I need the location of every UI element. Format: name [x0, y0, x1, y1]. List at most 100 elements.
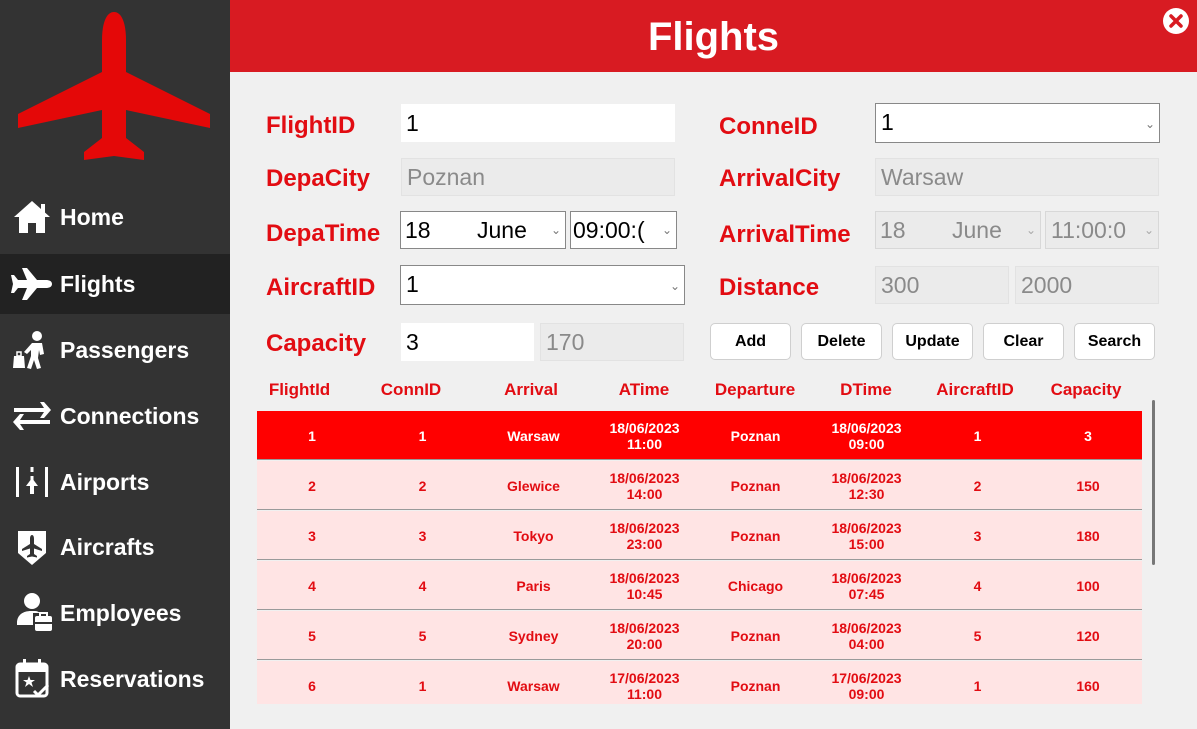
sidebar-item-employees[interactable]: Employees [0, 583, 230, 643]
sidebar-item-home[interactable]: Home [0, 187, 230, 247]
add-button[interactable]: Add [710, 323, 791, 360]
conn-id-label: ConneID [719, 113, 818, 140]
table-row[interactable]: 5 5 Sydney 18/06/2023 20:00 Poznan 18/06/2023 0… [257, 611, 1142, 660]
table-row[interactable]: 4 4 Paris 18/06/2023 10:45 Chicago 18/06/2023 0… [257, 561, 1142, 610]
cell-atime-time: 11:00 [626, 685, 663, 702]
passenger-luggage-icon [6, 328, 58, 372]
column-header-dtime[interactable]: DTime [814, 380, 918, 400]
cell-arrival: Warsaw [507, 677, 560, 694]
cell-aircraft-id: 1 [973, 427, 982, 444]
aircraft-id-value: 1 [406, 271, 419, 297]
aircraft-shield-icon [6, 525, 58, 569]
table-row[interactable]: 3 3 Tokyo 18/06/2023 23:00 Poznan 18/06/2023 15… [257, 511, 1142, 560]
column-header-flight-id[interactable]: FlightId [257, 380, 342, 400]
arrival-city-field: Warsaw [875, 158, 1159, 196]
sidebar: Home Flights Passengers Connections Airp… [0, 0, 230, 729]
sidebar-item-label: Aircrafts [60, 533, 155, 560]
table-row[interactable]: 6 1 Warsaw 17/06/2023 11:00 Poznan 17/06/2023 0… [257, 661, 1142, 704]
cell-departure: Chicago [727, 577, 784, 594]
cell-dtime: 17/06/2023 09:00 [811, 661, 922, 704]
sidebar-item-label: Home [60, 203, 124, 230]
cell-conn-id: 4 [418, 577, 427, 594]
column-header-aircraft-id[interactable]: AircraftID [925, 380, 1025, 400]
sidebar-item-flights[interactable]: Flights [0, 254, 230, 314]
cell-dtime-date: 18/06/2023 [831, 419, 902, 436]
sidebar-item-aircrafts[interactable]: Aircrafts [0, 517, 230, 577]
flight-id-input[interactable]: 1 [401, 104, 675, 142]
cell-aircraft-id: 5 [973, 627, 982, 644]
cell-dtime-date: 17/06/2023 [831, 669, 902, 686]
sidebar-item-label: Reservations [60, 665, 205, 692]
depa-date-picker[interactable]: 18 June ⌄ [400, 211, 566, 249]
cell-dtime: 18/06/2023 12:30 [811, 461, 922, 510]
sidebar-item-label: Connections [60, 402, 200, 429]
cell-dtime-time: 09:00 [848, 685, 885, 702]
depa-time-value: 09:00:( [573, 217, 645, 243]
cell-atime: 18/06/2023 10:45 [589, 561, 700, 610]
chevron-down-icon: ⌄ [661, 212, 672, 248]
cell-conn-id: 5 [418, 627, 427, 644]
column-header-arrival[interactable]: Arrival [479, 380, 583, 400]
distance-field-2: 2000 [1015, 266, 1159, 304]
table-row[interactable]: 1 1 Warsaw 18/06/2023 11:00 Poznan 18/06/2023 0… [257, 411, 1142, 460]
sidebar-item-label: Passengers [60, 336, 190, 363]
cell-atime-date: 18/06/2023 [609, 569, 680, 586]
arrival-day: 18 [880, 217, 906, 243]
table-scrollbar[interactable] [1152, 400, 1155, 565]
cell-atime: 18/06/2023 23:00 [589, 511, 700, 560]
chevron-down-icon: ⌄ [1143, 212, 1154, 248]
cell-dtime-date: 18/06/2023 [831, 469, 902, 486]
sidebar-item-connections[interactable]: Connections [0, 386, 230, 446]
aircraft-id-select[interactable]: 1 ⌄ [400, 265, 685, 305]
cell-dtime-stack: 18/06/2023 09:00 [831, 420, 901, 452]
sidebar-item-reservations[interactable]: Reservations [0, 649, 230, 709]
conn-id-select[interactable]: 1 ⌄ [875, 103, 1160, 143]
cell-flight-id: 1 [308, 427, 316, 444]
airport-icon [6, 460, 58, 504]
sidebar-item-airports[interactable]: Airports [0, 452, 230, 512]
cell-atime: 18/06/2023 11:00 [589, 411, 700, 460]
chevron-down-icon: ⌄ [550, 223, 561, 237]
cell-departure: Poznan [730, 677, 781, 694]
search-button[interactable]: Search [1074, 323, 1155, 360]
cell-dtime: 18/06/2023 15:00 [811, 511, 922, 560]
column-header-conn-id[interactable]: ConnID [367, 380, 455, 400]
depa-time-label: DepaTime [266, 220, 381, 247]
depa-month: June [477, 217, 527, 243]
column-header-capacity[interactable]: Capacity [1040, 380, 1132, 400]
distance-field-1: 300 [875, 266, 1009, 304]
cell-conn-id: 2 [418, 477, 427, 494]
clear-button[interactable]: Clear [983, 323, 1064, 360]
cell-dtime: 18/06/2023 04:00 [811, 611, 922, 660]
column-header-departure[interactable]: Departure [703, 380, 807, 400]
cell-atime-date: 18/06/2023 [609, 419, 680, 436]
capacity-input[interactable]: 3 [401, 323, 534, 361]
cell-dtime-time: 07:45 [848, 585, 885, 602]
cell-departure: Poznan [730, 527, 781, 544]
cell-dtime: 18/06/2023 09:00 [811, 411, 922, 460]
cell-atime-stack: 18/06/2023 20:00 [609, 620, 679, 652]
home-icon [6, 195, 58, 239]
employee-icon [6, 591, 58, 635]
arrival-time-label: ArrivalTime [719, 221, 851, 248]
update-button[interactable]: Update [892, 323, 973, 360]
cell-capacity: 160 [1076, 677, 1100, 694]
cell-capacity: 120 [1076, 627, 1100, 644]
airplane-icon [6, 262, 58, 306]
aircraft-id-label: AircraftID [266, 274, 376, 301]
close-icon[interactable] [1161, 6, 1191, 36]
flights-table[interactable]: FlightId ConnID Arrival ATime Departure … [257, 374, 1142, 704]
column-header-atime[interactable]: ATime [594, 380, 694, 400]
delete-button[interactable]: Delete [801, 323, 882, 360]
cell-conn-id: 1 [418, 677, 427, 694]
cell-dtime-time: 15:00 [848, 535, 885, 552]
calendar-star-icon [6, 657, 58, 701]
cell-dtime-stack: 17/06/2023 09:00 [831, 670, 901, 702]
cell-flight-id: 4 [308, 577, 316, 594]
depa-time-picker[interactable]: 09:00:( ⌄ [570, 211, 677, 249]
table-row[interactable]: 2 2 Glewice 18/06/2023 14:00 Poznan 18/06/2023… [257, 461, 1142, 510]
cell-atime-time: 20:00 [626, 635, 663, 652]
sidebar-item-label: Airports [60, 468, 150, 495]
distance-label: Distance [719, 274, 820, 301]
sidebar-item-passengers[interactable]: Passengers [0, 320, 230, 380]
